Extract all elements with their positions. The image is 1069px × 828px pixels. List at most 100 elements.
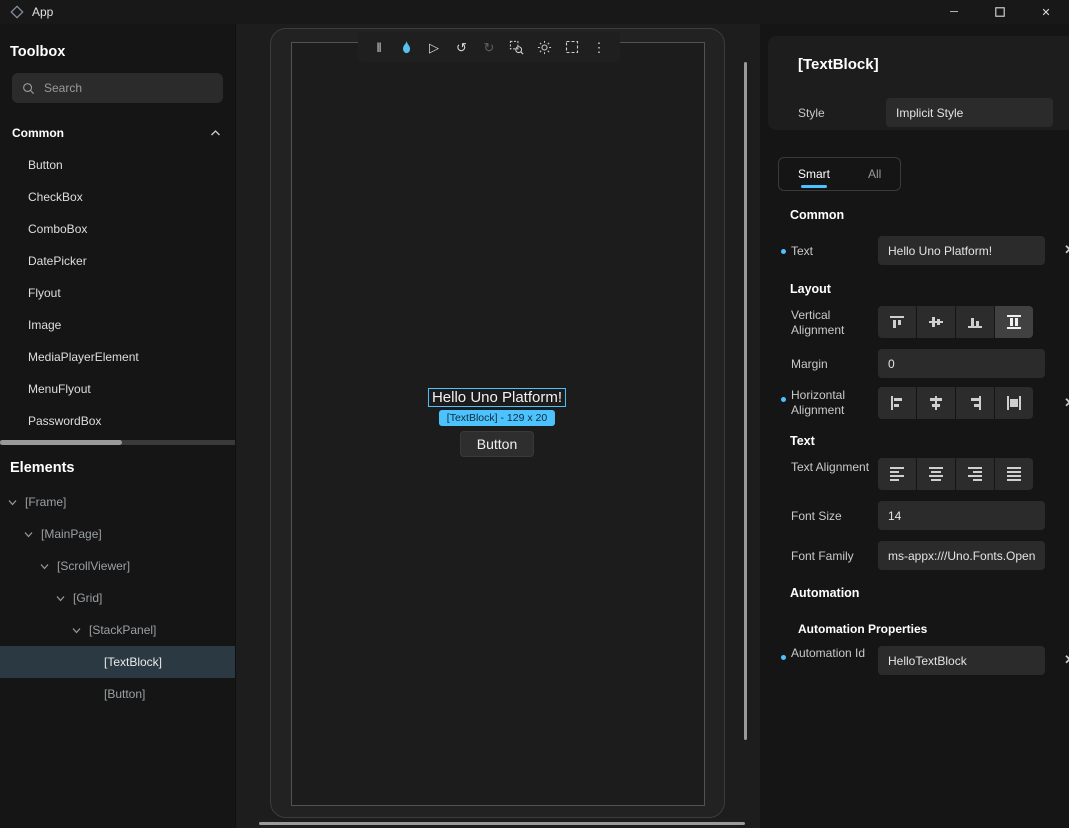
toolbox-search[interactable] bbox=[12, 73, 223, 103]
chevron-down-icon[interactable] bbox=[40, 563, 50, 570]
tree-item-frame[interactable]: [Frame] bbox=[0, 486, 235, 518]
selection-badge: [TextBlock] - 129 x 20 bbox=[439, 410, 555, 426]
align-hcenter-icon bbox=[928, 395, 944, 411]
font-size-input[interactable] bbox=[878, 501, 1045, 530]
chevron-down-icon[interactable] bbox=[56, 595, 66, 602]
horizontal-alignment-label: Horizontal Alignment bbox=[791, 388, 871, 418]
toolbox-item-combobox[interactable]: ComboBox bbox=[0, 213, 235, 245]
tree-item-label: [Frame] bbox=[25, 495, 66, 509]
text-align-center-button[interactable] bbox=[917, 458, 955, 490]
canvas-vertical-scrollbar[interactable] bbox=[744, 62, 747, 740]
window-controls: ─ ✕ bbox=[931, 0, 1069, 24]
text-align-right-button[interactable] bbox=[956, 458, 994, 490]
tree-item-mainpage[interactable]: [MainPage] bbox=[0, 518, 235, 550]
grip-icon[interactable]: ‖ bbox=[369, 37, 389, 57]
text-label: Text bbox=[791, 244, 813, 259]
canvas-button[interactable]: Button bbox=[460, 431, 534, 457]
chevron-down-icon[interactable] bbox=[72, 627, 82, 634]
text-align-center-icon bbox=[928, 466, 944, 482]
align-top-icon bbox=[889, 314, 905, 330]
play-icon[interactable]: ▷ bbox=[424, 37, 444, 57]
automation-properties-subtitle: Automation Properties bbox=[798, 622, 927, 636]
binding-icon[interactable]: ✕ bbox=[1064, 395, 1069, 411]
stretch-vertical-button[interactable] bbox=[995, 306, 1033, 338]
binding-icon[interactable]: ✕ bbox=[1064, 652, 1069, 668]
designer-toolbar: ‖ ▷ ↺ ↻ ⋮ bbox=[358, 32, 620, 62]
titlebar: App ─ ✕ bbox=[0, 0, 1069, 24]
align-bottom-button[interactable] bbox=[956, 306, 994, 338]
toolbox-item-image[interactable]: Image bbox=[0, 309, 235, 341]
align-hcenter-button[interactable] bbox=[917, 387, 955, 419]
group-title-layout: Layout bbox=[790, 282, 831, 296]
toolbox-scrollbar[interactable] bbox=[0, 440, 235, 445]
app-logo-icon bbox=[10, 5, 24, 19]
text-align-justify-button[interactable] bbox=[995, 458, 1033, 490]
modified-dot-icon bbox=[781, 249, 786, 254]
text-align-left-icon bbox=[889, 466, 905, 482]
bounds-outline-icon[interactable] bbox=[562, 37, 582, 57]
align-right-button[interactable] bbox=[956, 387, 994, 419]
left-panel: Toolbox Common Button CheckBox ComboBox … bbox=[0, 24, 236, 828]
undo-icon[interactable]: ↺ bbox=[452, 37, 472, 57]
tree-item-button[interactable]: [Button] bbox=[0, 678, 235, 710]
theme-sun-icon[interactable] bbox=[534, 37, 554, 57]
canvas-textblock[interactable]: Hello Uno Platform! bbox=[428, 388, 566, 407]
group-title-automation: Automation bbox=[790, 586, 859, 600]
toolbox-item-menuflyout[interactable]: MenuFlyout bbox=[0, 373, 235, 405]
style-input[interactable] bbox=[886, 98, 1053, 127]
chevron-down-icon[interactable] bbox=[24, 531, 34, 538]
tree-item-scrollviewer[interactable]: [ScrollViewer] bbox=[0, 550, 235, 582]
text-alignment-label: Text Alignment bbox=[791, 460, 871, 475]
automation-id-input[interactable] bbox=[878, 646, 1045, 675]
modified-dot-icon bbox=[781, 397, 786, 402]
align-vcenter-button[interactable] bbox=[917, 306, 955, 338]
stretch-horizontal-button[interactable] bbox=[995, 387, 1033, 419]
search-input[interactable] bbox=[44, 81, 213, 95]
tree-item-label: [MainPage] bbox=[41, 527, 102, 541]
binding-icon[interactable]: ✕ bbox=[1064, 242, 1069, 258]
canvas-horizontal-scrollbar[interactable] bbox=[259, 822, 745, 825]
margin-input[interactable] bbox=[878, 349, 1045, 378]
tree-item-grid[interactable]: [Grid] bbox=[0, 582, 235, 614]
tab-smart[interactable]: Smart bbox=[779, 158, 849, 190]
canvas-content: Hello Uno Platform! [TextBlock] - 129 x … bbox=[428, 388, 566, 457]
minimize-button[interactable]: ─ bbox=[931, 0, 977, 24]
close-button[interactable]: ✕ bbox=[1023, 0, 1069, 24]
align-left-button[interactable] bbox=[878, 387, 916, 419]
toolbox-item-passwordbox[interactable]: PasswordBox bbox=[0, 405, 235, 437]
property-inspector: [TextBlock] Style Smart All Common Text … bbox=[760, 24, 1069, 828]
align-vcenter-icon bbox=[928, 314, 944, 330]
stretch-horizontal-icon bbox=[1006, 395, 1022, 411]
vertical-alignment-group bbox=[878, 306, 1033, 338]
font-size-label: Font Size bbox=[791, 509, 842, 524]
chevron-down-icon[interactable] bbox=[8, 499, 18, 506]
text-align-left-button[interactable] bbox=[878, 458, 916, 490]
tree-item-textblock[interactable]: [TextBlock] bbox=[0, 646, 235, 678]
hot-design-flame-icon[interactable] bbox=[397, 37, 417, 57]
toolbox-item-checkbox[interactable]: CheckBox bbox=[0, 181, 235, 213]
toolbox-scrollbar-thumb[interactable] bbox=[0, 440, 122, 445]
design-canvas: ‖ ▷ ↺ ↻ ⋮ Hello Uno Platform! [TextBlock… bbox=[236, 24, 760, 828]
text-input[interactable] bbox=[878, 236, 1045, 265]
automation-id-label: Automation Id bbox=[791, 646, 871, 661]
inspect-element-icon[interactable] bbox=[507, 37, 527, 57]
modified-dot-icon bbox=[781, 655, 786, 660]
toolbox-section-common[interactable]: Common bbox=[0, 120, 235, 146]
maximize-button[interactable] bbox=[977, 0, 1023, 24]
align-top-button[interactable] bbox=[878, 306, 916, 338]
search-icon bbox=[22, 82, 35, 95]
toolbox-item-mediaplayerelement[interactable]: MediaPlayerElement bbox=[0, 341, 235, 373]
toolbox-item-flyout[interactable]: Flyout bbox=[0, 277, 235, 309]
toolbox-item-button[interactable]: Button bbox=[0, 149, 235, 181]
style-label: Style bbox=[798, 106, 825, 121]
toolbox-item-datepicker[interactable]: DatePicker bbox=[0, 245, 235, 277]
vertical-alignment-label: Vertical Alignment bbox=[791, 308, 871, 338]
inspector-header: [TextBlock] Style bbox=[768, 36, 1069, 130]
tab-all[interactable]: All bbox=[849, 158, 900, 190]
font-family-input[interactable] bbox=[878, 541, 1045, 570]
redo-icon[interactable]: ↻ bbox=[479, 37, 499, 57]
tree-item-stackpanel[interactable]: [StackPanel] bbox=[0, 614, 235, 646]
elements-title: Elements bbox=[10, 460, 225, 476]
group-title-text: Text bbox=[790, 434, 815, 448]
more-menu-icon[interactable]: ⋮ bbox=[589, 37, 609, 57]
